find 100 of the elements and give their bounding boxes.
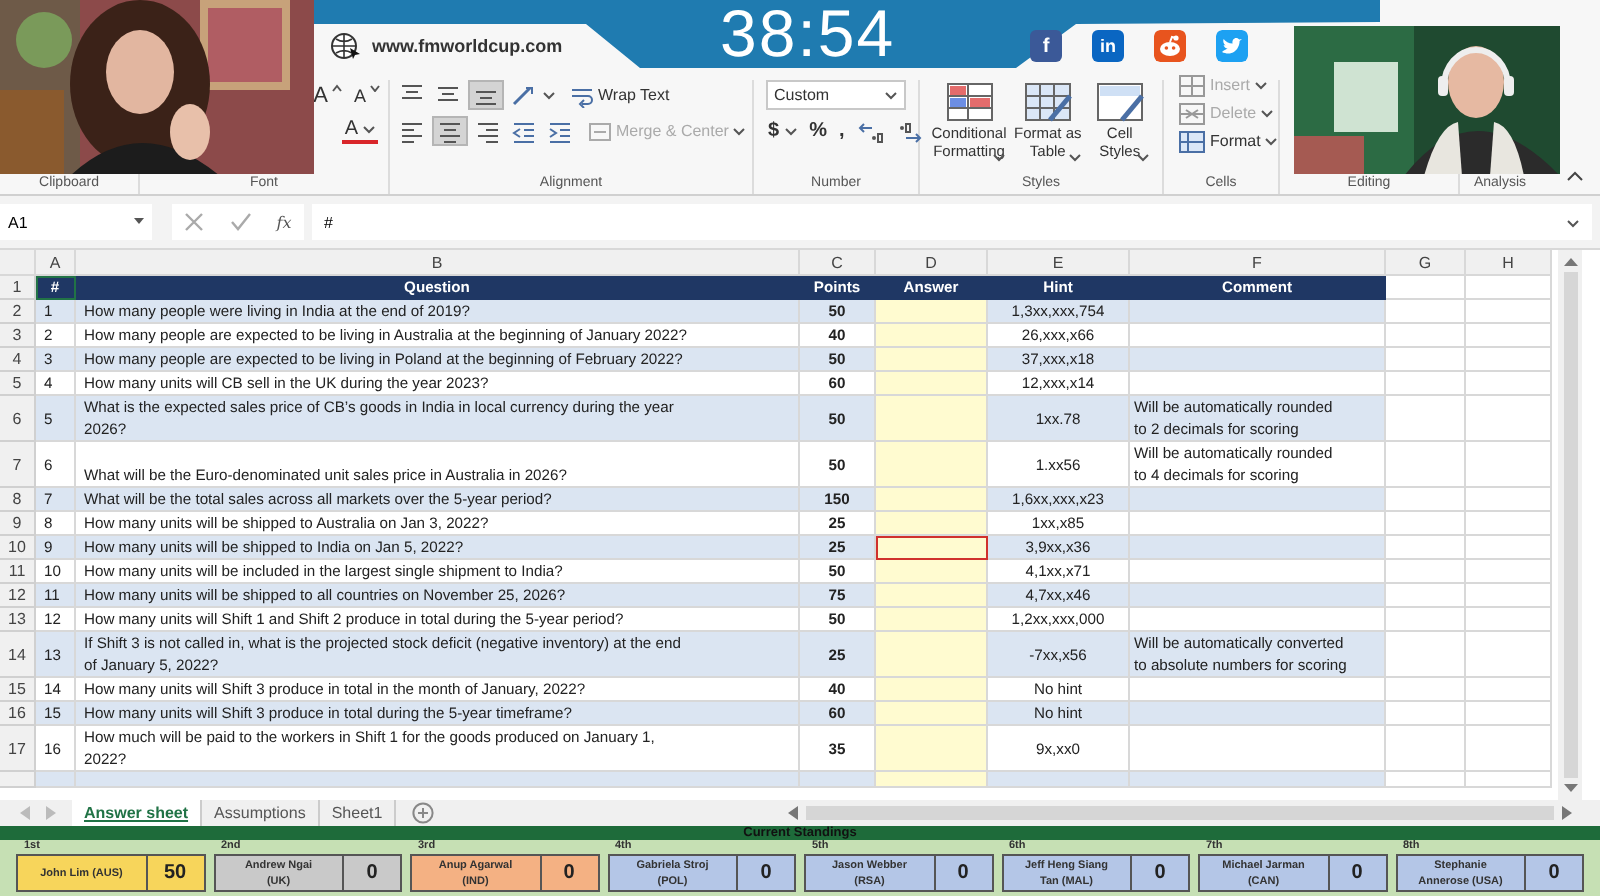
row-header[interactable]: 4 xyxy=(0,348,36,372)
answer-cell[interactable] xyxy=(876,396,988,442)
caret-icon xyxy=(1067,152,1082,162)
align-button[interactable] xyxy=(468,80,504,110)
cell-brush-icon xyxy=(1093,80,1146,124)
select-all-corner[interactable] xyxy=(0,250,36,276)
empty-cell[interactable] xyxy=(1386,512,1466,536)
empty-cell[interactable] xyxy=(1466,560,1552,584)
empty-cell[interactable] xyxy=(1466,300,1552,324)
empty-cell[interactable] xyxy=(1386,678,1466,702)
answer-cell[interactable] xyxy=(876,372,988,396)
row-header[interactable]: 9 xyxy=(0,512,36,536)
row-header[interactable]: 11 xyxy=(0,560,36,584)
empty-cell[interactable] xyxy=(1386,324,1466,348)
empty-cell[interactable] xyxy=(1386,442,1466,488)
row-header[interactable]: 12 xyxy=(0,584,36,608)
empty-cell[interactable] xyxy=(1466,324,1552,348)
empty-cell[interactable] xyxy=(1466,678,1552,702)
name-box[interactable]: A1 xyxy=(0,204,152,240)
empty-cell[interactable] xyxy=(1386,608,1466,632)
row-header[interactable]: 7 xyxy=(0,442,36,488)
cancel-icon xyxy=(184,212,205,232)
answer-cell[interactable] xyxy=(876,512,988,536)
align-center-icon xyxy=(436,117,464,145)
formula-field[interactable]: # xyxy=(312,204,1592,240)
row-header[interactable]: 14 xyxy=(0,632,36,678)
scroll-thumb[interactable] xyxy=(1563,272,1577,778)
column-header[interactable]: G xyxy=(1386,250,1466,276)
empty-cell[interactable] xyxy=(1466,584,1552,608)
currency-button[interactable]: $ xyxy=(766,116,800,146)
answer-cell[interactable] xyxy=(876,608,988,632)
answer-cell[interactable] xyxy=(876,324,988,348)
answer-cell[interactable] xyxy=(876,536,988,560)
empty-cell[interactable] xyxy=(1466,396,1552,442)
number-style-button[interactable]: % xyxy=(807,116,829,146)
answer-cell[interactable] xyxy=(876,560,988,584)
answer-cell[interactable] xyxy=(876,488,988,512)
empty-cell[interactable] xyxy=(1466,488,1552,512)
insert-function-button[interactable]: fx xyxy=(276,213,292,231)
grow-font-button[interactable]: A xyxy=(311,80,344,110)
answer-cell[interactable] xyxy=(876,702,988,726)
format-button[interactable]: Format xyxy=(1176,128,1281,154)
empty-cell[interactable] xyxy=(1466,608,1552,632)
format-cells-icon xyxy=(1178,127,1206,155)
row-header[interactable]: 5 xyxy=(0,372,36,396)
empty-cell[interactable] xyxy=(1466,726,1552,772)
empty-cell[interactable] xyxy=(1466,512,1552,536)
facebook-icon[interactable]: f xyxy=(1030,30,1062,62)
row-header[interactable]: 2 xyxy=(0,300,36,324)
empty-cell[interactable] xyxy=(1466,372,1552,396)
column-header[interactable]: D xyxy=(876,250,988,276)
answer-cell[interactable] xyxy=(876,678,988,702)
text-angle-icon xyxy=(510,81,538,109)
caret-icon xyxy=(783,126,798,136)
decimal-decrease-icon xyxy=(896,117,925,145)
row-header[interactable]: 10 xyxy=(0,536,36,560)
empty-cell[interactable] xyxy=(1466,536,1552,560)
row-header[interactable]: 17 xyxy=(0,726,36,772)
sheet-tab[interactable]: Answer sheet xyxy=(72,800,203,826)
row-header[interactable]: 15 xyxy=(0,678,36,702)
row-header[interactable]: 8 xyxy=(0,488,36,512)
scroll-thumb[interactable] xyxy=(806,806,1554,820)
column-header[interactable]: C xyxy=(800,250,876,276)
answer-cell[interactable] xyxy=(876,348,988,372)
globe-icon xyxy=(330,32,362,60)
row-header[interactable]: 6 xyxy=(0,396,36,442)
align-left-icon xyxy=(398,117,426,145)
column-header[interactable]: H xyxy=(1466,250,1552,276)
column-header[interactable]: A xyxy=(36,250,76,276)
number-style-button[interactable]: , xyxy=(836,116,847,146)
linkedin-icon[interactable]: in xyxy=(1092,30,1124,62)
column-header[interactable]: E xyxy=(988,250,1130,276)
empty-cell[interactable] xyxy=(1466,632,1552,678)
answer-cell[interactable] xyxy=(876,442,988,488)
empty-cell[interactable] xyxy=(1466,348,1552,372)
row-header[interactable]: 3 xyxy=(0,324,36,348)
player-score: 0 xyxy=(1152,860,1168,888)
empty-cell[interactable] xyxy=(1386,726,1466,772)
shrink-font-button[interactable]: A xyxy=(351,80,382,110)
row-header[interactable]: 16 xyxy=(0,702,36,726)
answer-cell[interactable] xyxy=(876,584,988,608)
number-format-dropdown[interactable]: Custom xyxy=(766,80,906,110)
row-header[interactable] xyxy=(0,772,36,788)
empty-cell[interactable] xyxy=(1466,442,1552,488)
empty-cell[interactable] xyxy=(1386,560,1466,584)
empty-cell[interactable] xyxy=(1386,372,1466,396)
column-header[interactable]: F xyxy=(1130,250,1386,276)
check-icon xyxy=(229,212,252,232)
font-color-button[interactable]: A xyxy=(342,116,378,144)
answer-cell[interactable] xyxy=(876,300,988,324)
vertical-scrollbar[interactable] xyxy=(1558,250,1582,800)
align-button[interactable] xyxy=(432,116,468,146)
row-header[interactable]: 13 xyxy=(0,608,36,632)
empty-cell[interactable] xyxy=(1466,702,1552,726)
wrap-text-icon xyxy=(570,83,594,107)
answer-cell[interactable] xyxy=(876,632,988,678)
wrap-text-button[interactable]: Wrap Text xyxy=(568,80,672,110)
row-header[interactable]: 1 xyxy=(0,276,36,300)
answer-cell[interactable] xyxy=(876,726,988,772)
column-header[interactable]: B xyxy=(76,250,800,276)
